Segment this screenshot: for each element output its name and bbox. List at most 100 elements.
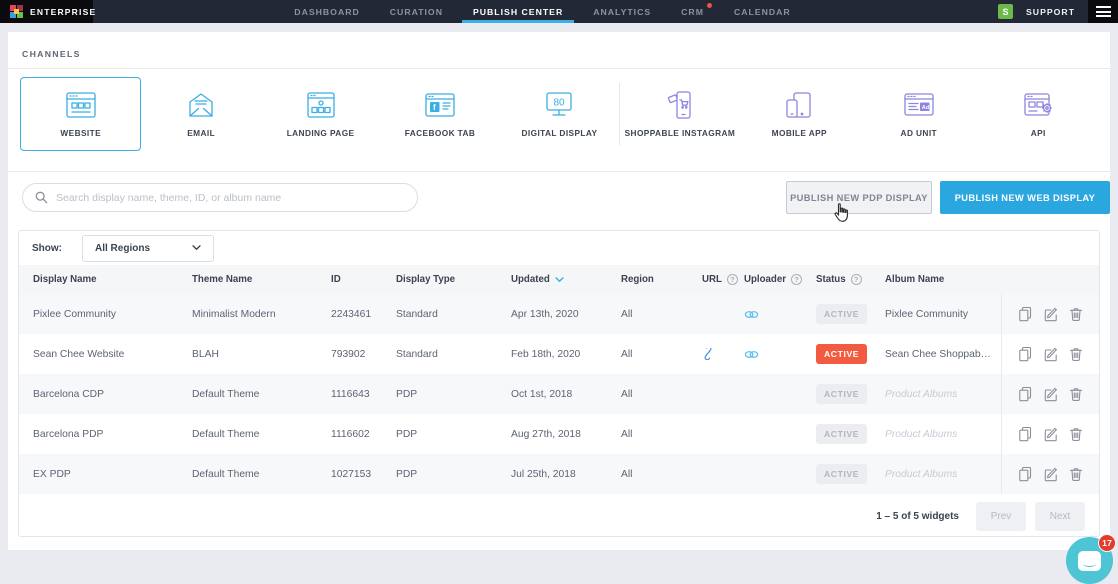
channel-website[interactable]: WEBSITE [20,77,141,151]
delete-icon[interactable] [1068,466,1084,482]
nav-item-publish-center[interactable]: PUBLISH CENTER [462,0,574,23]
cell-url [702,348,744,360]
search-icon [35,191,48,204]
cell-actions [1001,454,1099,494]
cell-region: All [621,389,702,400]
brand[interactable]: ENTERPRISE [0,0,93,23]
website-icon [62,91,100,119]
cell-status: ACTIVE [816,384,885,404]
channel-shoppable-instagram[interactable]: SHOPPABLE INSTAGRAM [620,77,739,151]
uploader-link-icon[interactable] [744,309,759,320]
channel-facebook-tab[interactable]: f FACEBOOK TAB [380,77,499,151]
channels-row: WEBSITE EMAIL LANDING PAGE [20,74,1098,154]
copy-icon[interactable] [1017,426,1033,442]
cell-region: All [621,429,702,440]
copy-icon[interactable] [1017,346,1033,362]
cell-theme-name: Minimalist Modern [192,309,331,320]
copy-icon[interactable] [1017,306,1033,322]
help-icon[interactable]: ? [851,274,862,285]
nav-item-crm[interactable]: CRM [670,0,715,23]
channel-label: LANDING PAGE [287,128,355,138]
help-icon[interactable]: ? [727,274,738,285]
url-link-icon[interactable] [702,348,714,360]
cell-id: 2243461 [331,309,396,320]
nav-item-dashboard[interactable]: DASHBOARD [283,0,370,23]
channel-ad-unit[interactable]: Ad AD UNIT [859,77,978,151]
cell-status: ACTIVE [816,424,885,444]
column-updated[interactable]: Updated [511,274,621,285]
channel-digital-display[interactable]: 80 DIGITAL DISPLAY [500,77,619,151]
edit-icon[interactable] [1043,426,1059,442]
column-display-name: Display Name [33,274,192,285]
cell-status: ACTIVE [816,304,885,324]
cell-updated: Oct 1st, 2018 [511,389,621,400]
svg-text:80: 80 [554,97,566,108]
column-url-label: URL [702,274,722,285]
channel-label: EMAIL [187,128,215,138]
copy-icon[interactable] [1017,466,1033,482]
table-row[interactable]: EX PDP Default Theme 1027153 PDP Jul 25t… [19,454,1099,494]
shoppable-instagram-icon [661,91,699,119]
channel-email[interactable]: EMAIL [141,77,260,151]
chat-launcher[interactable]: 17 [1066,537,1113,584]
table-row[interactable]: Pixlee Community Minimalist Modern 22434… [19,294,1099,334]
cell-display-type: PDP [396,429,511,440]
edit-icon[interactable] [1043,346,1059,362]
next-button[interactable]: Next [1035,502,1085,531]
nav-item-curation[interactable]: CURATION [379,0,454,23]
region-dropdown[interactable]: All Regions [82,235,214,262]
chevron-down-icon [192,245,201,251]
cell-display-name: Barcelona PDP [33,429,192,440]
cell-uploader [744,309,816,320]
cell-theme-name: Default Theme [192,389,331,400]
table-row[interactable]: Barcelona CDP Default Theme 1116643 PDP … [19,374,1099,414]
region-dropdown-value: All Regions [95,243,150,254]
cell-display-name: Pixlee Community [33,309,192,320]
channels-section-title: CHANNELS [22,49,81,59]
help-icon[interactable]: ? [791,274,802,285]
cell-region: All [621,309,702,320]
channel-label: API [1031,128,1046,138]
delete-icon[interactable] [1068,346,1084,362]
column-status-label: Status [816,274,846,285]
search-input[interactable] [56,192,405,204]
table-row[interactable]: Sean Chee Website BLAH 793902 Standard F… [19,334,1099,374]
delete-icon[interactable] [1068,386,1084,402]
cell-updated: Aug 27th, 2018 [511,429,621,440]
publish-new-web-display-button[interactable]: PUBLISH NEW WEB DISPLAY [940,181,1110,214]
cell-updated: Feb 18th, 2020 [511,349,621,360]
support-link[interactable]: SUPPORT [1026,7,1075,17]
cell-id: 793902 [331,349,396,360]
cell-album-name: Pixlee Community [885,309,1001,320]
copy-icon[interactable] [1017,386,1033,402]
delete-icon[interactable] [1068,426,1084,442]
cell-updated: Apr 13th, 2020 [511,309,621,320]
edit-icon[interactable] [1043,306,1059,322]
status-badge[interactable]: S [998,4,1013,19]
edit-icon[interactable] [1043,466,1059,482]
show-label: Show: [32,243,62,254]
cell-album-name: Sean Chee Shoppable ... [885,349,1001,360]
cell-display-name: EX PDP [33,469,192,480]
channel-landing-page[interactable]: LANDING PAGE [261,77,380,151]
cell-status: ACTIVE [816,344,885,364]
status-badge: ACTIVE [816,424,867,444]
column-region: Region [621,274,702,285]
hamburger-menu-icon[interactable] [1088,0,1118,23]
prev-button[interactable]: Prev [976,502,1026,531]
cell-theme-name: BLAH [192,349,331,360]
nav-item-crm-label: CRM [681,7,704,17]
nav-item-calendar[interactable]: CALENDAR [723,0,802,23]
channel-api[interactable]: API [979,77,1098,151]
filter-row: Show: All Regions [19,231,1099,265]
publish-new-pdp-display-button[interactable]: PUBLISH NEW PDP DISPLAY [786,181,932,214]
edit-icon[interactable] [1043,386,1059,402]
mobile-app-icon [780,91,818,119]
delete-icon[interactable] [1068,306,1084,322]
uploader-link-icon[interactable] [744,349,759,360]
column-display-type: Display Type [396,274,511,285]
channel-mobile-app[interactable]: MOBILE APP [740,77,859,151]
cell-theme-name: Default Theme [192,429,331,440]
nav-item-analytics[interactable]: ANALYTICS [582,0,662,23]
table-row[interactable]: Barcelona PDP Default Theme 1116602 PDP … [19,414,1099,454]
